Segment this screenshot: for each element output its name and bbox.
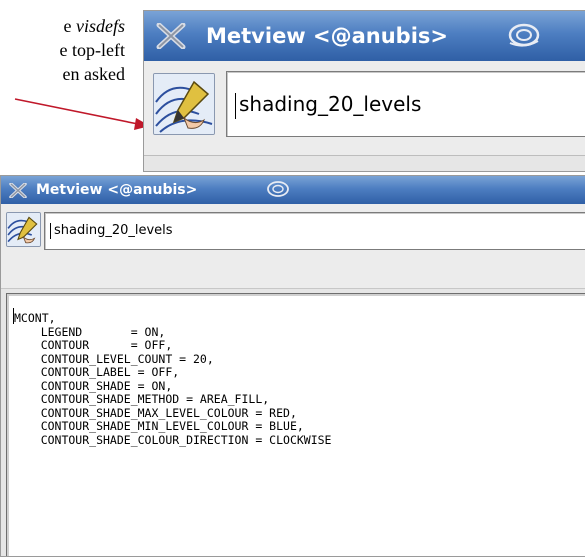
window-toolbar: shading_20_levels <box>1 204 585 289</box>
text-cursor <box>235 92 236 119</box>
callout-arrow <box>14 98 150 130</box>
code-line: LEGEND = ON, <box>13 324 166 339</box>
window-titlebar[interactable]: Metview <@anubis> <box>1 176 585 204</box>
code-line: CONTOUR_SHADE_COLOUR_DIRECTION = CLOCKWI… <box>13 432 332 447</box>
contour-pen-icon[interactable] <box>153 73 215 135</box>
x-icon[interactable] <box>9 182 27 202</box>
icon-name-field[interactable]: shading_20_levels <box>44 212 585 250</box>
code-line: MCONT, <box>14 311 56 325</box>
text-cursor <box>50 222 51 239</box>
code-line: CONTOUR_SHADE = ON, <box>13 378 173 393</box>
x-icon[interactable] <box>156 22 186 54</box>
window-toolbar: shading_20_levels <box>144 61 585 156</box>
code-line: CONTOUR_LABEL = OFF, <box>13 365 180 379</box>
code-line: CONTOUR_SHADE_METHOD = AREA_FILL, <box>13 392 270 406</box>
code-line: CONTOUR = OFF, <box>13 338 173 352</box>
code-line: CONTOUR_SHADE_MAX_LEVEL_COLOUR = RED, <box>13 405 297 420</box>
code-line: CONTOUR_LEVEL_COUNT = 20, <box>13 351 214 366</box>
window-titlebar[interactable]: Metview <@anubis> <box>144 11 585 61</box>
window-title: Metview <@anubis> <box>36 182 198 198</box>
icon-name-field[interactable]: shading_20_levels <box>226 71 585 137</box>
swirl-icon[interactable] <box>266 179 290 203</box>
code-line: CONTOUR_SHADE_MIN_LEVEL_COLOUR = BLUE, <box>13 419 304 433</box>
metview-window-zoomed: Metview <@anubis> shading_20_levels <box>143 10 585 172</box>
macro-text-editor[interactable]: MCONT, LEGEND = ON, CONTOUR = OFF, CONTO… <box>6 293 585 556</box>
icon-name-value: shading_20_levels <box>54 223 173 238</box>
contour-pen-icon[interactable] <box>6 212 41 247</box>
window-title: Metview <@anubis> <box>206 24 449 48</box>
metview-window: Metview <@anubis> shading_20_levels MCON… <box>0 175 585 557</box>
swirl-icon[interactable] <box>507 21 541 54</box>
icon-name-value: shading_20_levels <box>239 92 422 116</box>
editor-code: MCONT, LEGEND = ON, CONTOUR = OFF, CONTO… <box>13 308 332 447</box>
